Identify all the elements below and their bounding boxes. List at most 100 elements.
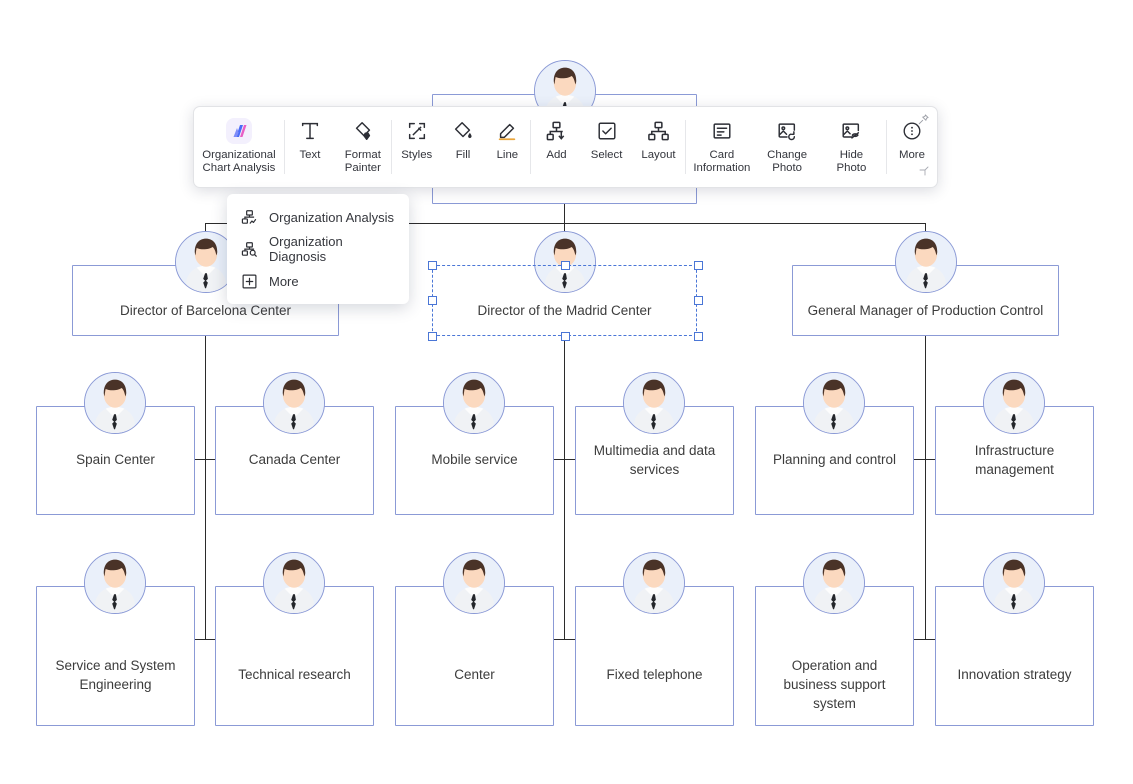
avatar — [443, 552, 505, 614]
toolbar-item-label: Hide Photo — [836, 149, 867, 174]
person-avatar-icon — [896, 232, 956, 292]
plus-box-icon — [241, 273, 258, 290]
add-node-icon — [545, 116, 568, 146]
toolbar-item-label: Line — [496, 149, 519, 161]
menu-item-label: More — [269, 273, 299, 289]
node-label: General Manager of Production Control — [807, 303, 1044, 318]
node-label: Mobile service — [431, 452, 518, 467]
org-chart-analysis-icon — [225, 116, 253, 146]
toolbar-item-label: Styles — [401, 149, 433, 161]
toolbar-item-organizational-chart-analysis[interactable]: Organizational Chart Analysis — [194, 107, 284, 187]
toolbar-item-label: Text — [299, 149, 321, 161]
avatar — [84, 372, 146, 434]
node-label: Director of the Madrid Center — [477, 303, 652, 318]
resize-handle-w[interactable] — [428, 296, 437, 305]
toolbar-item-label: Select — [590, 149, 623, 161]
toolbar-item-add[interactable]: Add — [531, 107, 581, 187]
menu-item-label: Organization Analysis — [269, 209, 395, 225]
toolbar-item-text[interactable]: Text — [285, 107, 335, 187]
person-avatar-icon — [264, 553, 324, 613]
styles-icon — [406, 116, 428, 146]
toolbar-item-label: More — [898, 149, 925, 161]
toolbar-item-select[interactable]: Select — [582, 107, 632, 187]
resize-handle-nw[interactable] — [428, 261, 437, 270]
node-label: Planning and control — [772, 452, 897, 467]
organization-diagnosis-icon — [241, 241, 258, 258]
menu-item-organization-analysis[interactable]: Organization Analysis — [227, 201, 409, 233]
avatar — [803, 372, 865, 434]
stub-planning — [912, 459, 926, 460]
text-icon — [299, 116, 321, 146]
toolbar-item-layout[interactable]: Layout — [632, 107, 686, 187]
avatar — [623, 372, 685, 434]
toolbar-item-label: Organizational Chart Analysis — [202, 149, 276, 174]
node-label: Center — [454, 667, 495, 682]
node-label: Spain Center — [76, 452, 155, 467]
toolbar-item-label: Layout — [641, 149, 676, 161]
avatar — [895, 231, 957, 293]
hide-photo-icon — [840, 116, 862, 146]
resize-handle-e[interactable] — [694, 296, 703, 305]
toolbar-item-fill[interactable]: Fill — [442, 107, 484, 187]
trunk-production — [925, 336, 926, 639]
avatar — [623, 552, 685, 614]
toolbar-item-label: Card Information — [693, 149, 751, 174]
trunk-madrid — [564, 336, 565, 639]
resize-handle-icon[interactable] — [918, 164, 930, 182]
toolbar-item-change-photo[interactable]: Change Photo — [757, 107, 817, 187]
toolbar-item-label: Format Painter — [344, 149, 381, 174]
organizational-chart-analysis-menu[interactable]: Organization Analysis Organization Diagn… — [227, 194, 409, 304]
toolbar-item-line[interactable]: Line — [484, 107, 530, 187]
select-checkbox-icon — [596, 116, 618, 146]
node-label: Technical research — [238, 667, 351, 682]
toolbar-item-hide-photo[interactable]: Hide Photo — [817, 107, 886, 187]
change-photo-icon — [776, 116, 798, 146]
trunk-barcelona — [205, 336, 206, 639]
organization-analysis-icon — [241, 209, 258, 226]
line-icon — [496, 116, 518, 146]
node-label: Multimedia and data services — [593, 443, 716, 477]
pin-icon[interactable] — [917, 113, 930, 131]
avatar — [983, 372, 1045, 434]
menu-item-organization-diagnosis[interactable]: Organization Diagnosis — [227, 233, 409, 265]
person-avatar-icon — [85, 373, 145, 433]
avatar — [983, 552, 1045, 614]
person-avatar-icon — [984, 373, 1044, 433]
node-label: Operation and business support system — [783, 658, 886, 711]
node-label: Infrastructure management — [974, 443, 1055, 477]
toolbar-item-format-painter[interactable]: Format Painter — [335, 107, 391, 187]
fill-icon — [452, 116, 474, 146]
avatar — [84, 552, 146, 614]
person-avatar-icon — [804, 373, 864, 433]
resize-handle-ne[interactable] — [694, 261, 703, 270]
format-painter-icon — [352, 116, 374, 146]
toolbar-item-styles[interactable]: Styles — [392, 107, 442, 187]
person-avatar-icon — [444, 553, 504, 613]
person-avatar-icon — [804, 553, 864, 613]
menu-item-more[interactable]: More — [227, 265, 409, 297]
avatar — [443, 372, 505, 434]
avatar — [803, 552, 865, 614]
floating-format-toolbar[interactable]: Organizational Chart Analysis Text Forma… — [193, 106, 938, 188]
person-avatar-icon — [444, 373, 504, 433]
toolbar-item-label: Change Photo — [767, 149, 808, 174]
resize-handle-n[interactable] — [561, 261, 570, 270]
card-information-icon — [711, 116, 733, 146]
avatar — [263, 552, 325, 614]
resize-handle-sw[interactable] — [428, 332, 437, 341]
resize-handle-s[interactable] — [561, 332, 570, 341]
person-avatar-icon — [264, 373, 324, 433]
toolbar-item-card-information[interactable]: Card Information — [686, 107, 757, 187]
person-avatar-icon — [624, 553, 684, 613]
node-label: Service and System Engineering — [55, 658, 176, 692]
resize-handle-se[interactable] — [694, 332, 703, 341]
toolbar-item-label: Add — [546, 149, 567, 161]
node-label: Canada Center — [248, 452, 341, 467]
avatar — [263, 372, 325, 434]
menu-item-label: Organization Diagnosis — [269, 234, 343, 264]
person-avatar-icon — [85, 553, 145, 613]
node-label: Fixed telephone — [606, 667, 703, 682]
person-avatar-icon — [984, 553, 1044, 613]
node-label: Innovation strategy — [957, 667, 1072, 682]
person-avatar-icon — [624, 373, 684, 433]
